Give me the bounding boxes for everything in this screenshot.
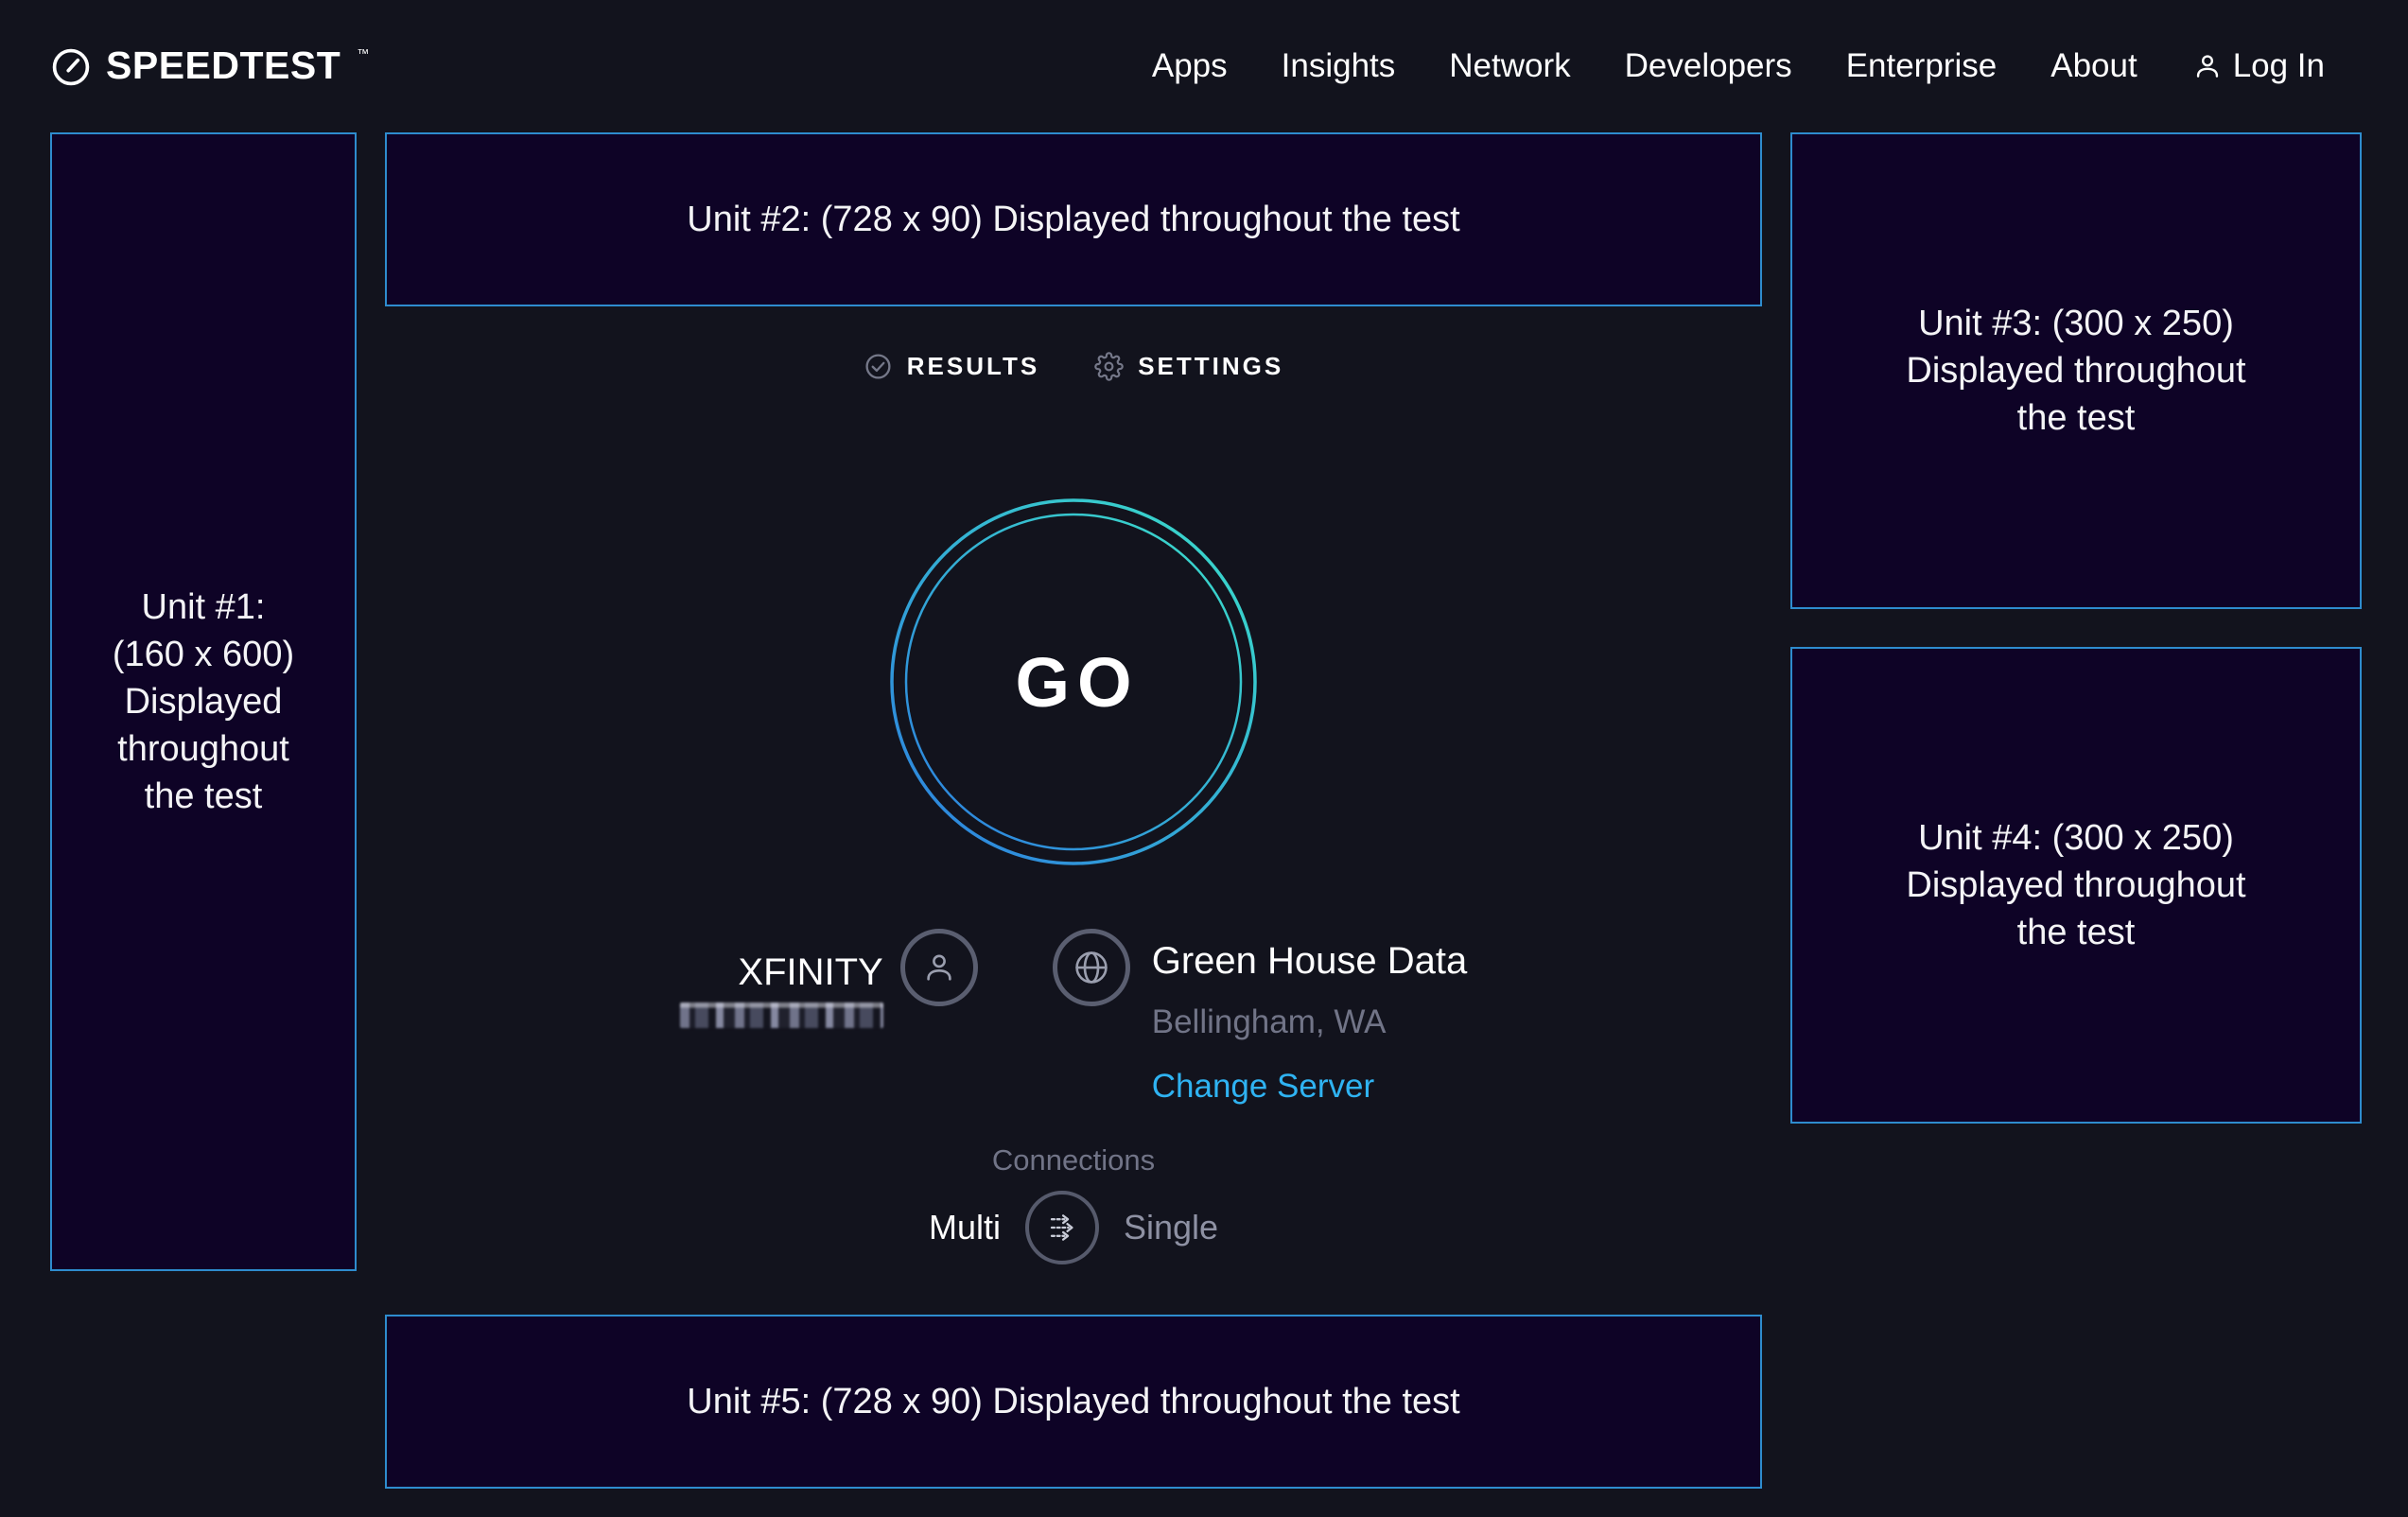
server-location: Bellingham, WA [1152,1003,1468,1041]
ad-text-line: (160 x 600) [113,631,294,678]
logo-text: SPEEDTEST [106,44,340,86]
user-icon [2191,50,2224,82]
ad-unit-4[interactable]: Unit #4: (300 x 250) Displayed throughou… [1790,647,2362,1124]
user-icon [919,948,959,987]
connections-toggle-row: Multi Single [929,1191,1218,1264]
speedtest-page: SPEEDTEST ™ Apps Insights Network Develo… [0,0,2408,1517]
connection-mode-multi[interactable]: Multi [929,1208,1001,1247]
center-column: Unit #2: (728 x 90) Displayed throughout… [385,132,1762,1489]
ad-text-line: Displayed throughout [1906,862,2245,909]
ad-text-line: throughout [117,725,289,773]
server-globe-badge [1053,929,1130,1006]
ad-text-line: Unit #4: (300 x 250) [1906,814,2245,862]
check-circle-icon [864,352,893,381]
connections-section: Connections Multi Single [929,1143,1218,1264]
tab-results[interactable]: RESULTS [864,352,1039,381]
trademark-mark: ™ [357,44,369,63]
nav-item-login[interactable]: Log In [2191,47,2325,85]
go-area: GO [889,497,1258,866]
connections-label: Connections [992,1143,1155,1177]
ad-unit-2[interactable]: Unit #2: (728 x 90) Displayed throughout… [385,132,1762,306]
ad-text: Unit #2: (728 x 90) Displayed throughout… [687,196,1459,243]
ad-text-line: Unit #3: (300 x 250) [1906,300,2245,347]
ad-text-line: the test [1906,909,2245,956]
ad-text-line: the test [1906,394,2245,442]
right-ad-column: Unit #3: (300 x 250) Displayed throughou… [1790,132,2362,1124]
ad-text-line: the test [145,773,263,820]
nav-item-network[interactable]: Network [1449,47,1570,85]
gear-icon [1094,352,1124,381]
nav-item-apps[interactable]: Apps [1152,47,1228,85]
primary-nav: Apps Insights Network Developers Enterpr… [1152,47,2325,85]
main-layout: Unit #1: (160 x 600) Displayed throughou… [0,132,2408,1489]
ad-text-line: Displayed throughout [1906,347,2245,394]
connection-toggle-button[interactable] [1025,1191,1099,1264]
ad-text: Unit #5: (728 x 90) Displayed throughout… [687,1378,1459,1425]
login-label: Log In [2233,47,2325,85]
tab-settings[interactable]: SETTINGS [1094,352,1283,381]
redacted-ip-address [680,1003,883,1028]
view-tabs: RESULTS SETTINGS [864,344,1283,388]
speedtest-logo[interactable]: SPEEDTEST ™ [50,44,369,88]
tab-label: SETTINGS [1138,352,1283,381]
top-nav-bar: SPEEDTEST ™ Apps Insights Network Develo… [0,0,2408,132]
nav-item-enterprise[interactable]: Enterprise [1846,47,1998,85]
nav-item-insights[interactable]: Insights [1282,47,1396,85]
server-name: Green House Data [1152,940,1468,983]
isp-server-row: XFINITY Green Ho [680,929,1468,1106]
ad-text-line: Unit #1: [142,584,266,631]
multi-connection-arrows-icon [1041,1207,1083,1248]
change-server-link[interactable]: Change Server [1152,1068,1468,1106]
ad-unit-1[interactable]: Unit #1: (160 x 600) Displayed throughou… [50,132,357,1271]
isp-avatar [900,929,978,1006]
go-label: GO [889,497,1258,866]
nav-item-about[interactable]: About [2050,47,2137,85]
isp-block: XFINITY [680,929,883,1028]
ad-unit-3[interactable]: Unit #3: (300 x 250) Displayed throughou… [1790,132,2362,609]
isp-name: XFINITY [738,951,882,994]
connection-mode-single[interactable]: Single [1124,1208,1218,1247]
server-block: Green House Data Bellingham, WA Change S… [1152,929,1468,1106]
ad-text-line: Displayed [125,678,283,725]
nav-item-developers[interactable]: Developers [1625,47,1792,85]
ad-unit-5[interactable]: Unit #5: (728 x 90) Displayed throughout… [385,1315,1762,1489]
globe-icon [1072,948,1111,987]
speedtest-gauge-icon [50,46,92,88]
tab-label: RESULTS [907,352,1039,381]
go-button[interactable]: GO [889,497,1258,866]
